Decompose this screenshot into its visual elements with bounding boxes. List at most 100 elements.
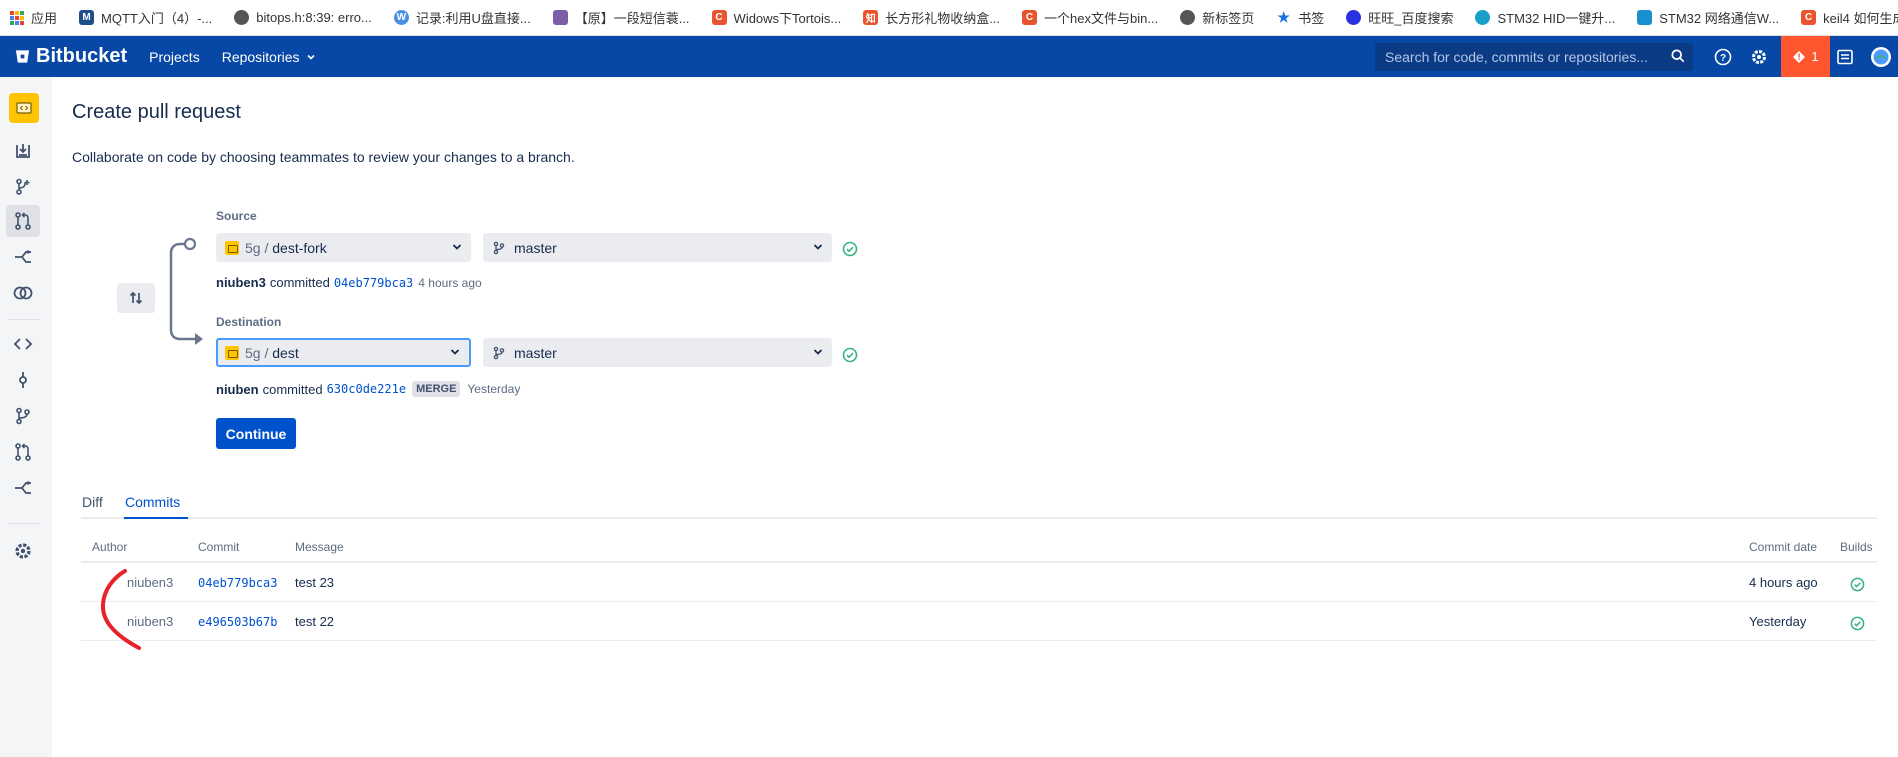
source-repo-select[interactable]: 5g / dest-fork <box>216 233 471 262</box>
source-destination-connector <box>169 237 203 345</box>
forks-icon[interactable] <box>13 478 33 498</box>
gear-icon[interactable] <box>1750 48 1768 66</box>
destination-repo-select[interactable]: 5g / dest <box>216 338 471 367</box>
bookmark-label: keil4 如何生成bin... <box>1823 11 1898 26</box>
chevron-down-icon <box>306 54 315 60</box>
swap-icon <box>129 291 143 305</box>
repo-settings-icon[interactable] <box>13 541 33 561</box>
nav-repositories[interactable]: Repositories <box>222 49 316 65</box>
site-icon <box>552 10 568 25</box>
page-subtitle: Collaborate on code by choosing teammate… <box>72 149 575 165</box>
bookmark-label: 【原】一段短信蓑... <box>574 11 690 26</box>
bookmark-label: STM32 网络通信W... <box>1659 11 1780 26</box>
baidu-icon <box>1346 10 1362 25</box>
destination-commit-hash-link[interactable]: 630c0de221e <box>327 382 406 396</box>
commits-icon[interactable] <box>13 370 33 390</box>
destination-commit-author: niuben <box>216 381 259 397</box>
bookmark-item[interactable]: M MQTT入门（4）-... <box>79 8 212 27</box>
red-annotation-mark <box>100 569 141 650</box>
destination-commit-time: Yesterday <box>467 382 521 396</box>
source-branch-name: master <box>514 239 557 256</box>
bookmark-item[interactable]: 新标签页 <box>1180 8 1254 27</box>
bookmark-label: bitops.h:8:39: erro... <box>256 10 372 25</box>
table-header: Author Commit Message Commit date Builds <box>81 530 1877 563</box>
source-label: Source <box>216 209 257 223</box>
source-repo-sep: / <box>260 239 273 256</box>
bookmark-item[interactable]: 知长方形礼物收纳盒... <box>863 8 1000 27</box>
search-input[interactable]: Search for code, commits or repositories… <box>1375 43 1693 71</box>
site-icon <box>1475 10 1491 25</box>
clone-icon[interactable] <box>13 141 33 161</box>
page-title: Create pull request <box>72 101 241 123</box>
build-success-icon[interactable] <box>1850 616 1865 631</box>
top-nav: Bitbucket Projects Repositories Search f… <box>0 36 1898 77</box>
source-repo-name: dest-fork <box>272 239 327 256</box>
branches-icon[interactable] <box>13 406 33 426</box>
bookmark-item[interactable]: 旺旺_百度搜索 <box>1346 8 1453 27</box>
destination-label: Destination <box>216 315 282 329</box>
svg-text:?: ? <box>1720 53 1726 64</box>
bookmark-apps[interactable]: 应用 <box>10 8 57 27</box>
bookmark-label: 旺旺_百度搜索 <box>1368 11 1454 26</box>
table-row[interactable]: niuben3 e496503b67b test 22 Yesterday <box>81 602 1877 641</box>
pull-requests-icon[interactable] <box>13 442 33 462</box>
bookmark-item[interactable]: Ckeil4 如何生成bin... <box>1801 8 1898 27</box>
sidebar-divider <box>8 319 40 320</box>
commit-message: test 22 <box>295 614 335 629</box>
site-icon <box>1637 10 1653 25</box>
source-commit-hash-link[interactable]: 04eb779bca3 <box>334 276 413 290</box>
source-icon[interactable] <box>13 334 33 354</box>
bookmark-item[interactable]: C 一个hex文件与bin... <box>1022 8 1158 27</box>
table-row[interactable]: niuben3 04eb779bca3 test 23 4 hours ago <box>81 563 1877 602</box>
continue-button[interactable]: Continue <box>216 418 296 449</box>
commit-date: Yesterday <box>1749 614 1807 629</box>
column-header-message: Message <box>295 540 344 554</box>
source-last-commit: niuben3 committed 04eb779bca3 4 hours ag… <box>216 275 482 290</box>
column-header-commit: Commit <box>198 540 240 554</box>
create-branch-icon[interactable] <box>13 177 33 197</box>
branch-icon <box>493 241 505 254</box>
avatar[interactable] <box>1870 46 1892 68</box>
warning-icon <box>1793 50 1806 63</box>
swap-button[interactable] <box>117 283 155 313</box>
compare-icon[interactable] <box>13 283 33 303</box>
help-icon[interactable]: ? <box>1714 48 1732 66</box>
build-success-icon[interactable] <box>1850 577 1865 592</box>
source-branch-select[interactable]: master <box>483 233 832 262</box>
csdn-icon: C <box>1022 10 1038 25</box>
bookmark-item[interactable]: 【原】一段短信蓑... <box>552 8 690 27</box>
globe-icon <box>1180 10 1196 25</box>
column-header-author: Author <box>92 540 128 554</box>
bookmark-item[interactable]: STM32 网络通信W... <box>1637 8 1779 27</box>
commit-message: test 23 <box>295 575 335 590</box>
pull-request-icon[interactable] <box>13 211 33 231</box>
bookmark-item[interactable]: W 记录:利用U盘直接... <box>393 8 531 27</box>
source-commit-time: 4 hours ago <box>418 275 482 290</box>
destination-repo-name: dest <box>272 344 299 361</box>
site-icon: 知 <box>863 10 879 25</box>
bookmark-item[interactable]: bitops.h:8:39: erro... <box>234 10 372 25</box>
bookmark-item[interactable]: ★ 书签 <box>1276 8 1324 27</box>
commit-hash-link[interactable]: e496503b67b <box>198 615 277 629</box>
bookmark-item[interactable]: STM32 HID一键升... <box>1475 8 1615 27</box>
alert-button[interactable]: 1 <box>1781 36 1830 77</box>
bookmark-item[interactable]: C Widows下Tortois... <box>711 8 841 27</box>
repo-avatar[interactable] <box>9 93 39 123</box>
tab-diff[interactable]: Diff <box>82 494 103 510</box>
destination-branch-select[interactable]: master <box>483 338 832 367</box>
fork-icon[interactable] <box>13 247 33 267</box>
bookmark-label: 记录:利用U盘直接... <box>415 11 531 26</box>
nav-projects[interactable]: Projects <box>149 49 200 65</box>
inbox-icon[interactable] <box>1836 48 1854 66</box>
source-repo-project: 5g <box>245 239 261 256</box>
site-icon: M <box>79 10 95 25</box>
nav-projects-label: Projects <box>149 48 200 65</box>
success-check-icon <box>842 241 858 257</box>
bookmark-label: 应用 <box>31 11 58 26</box>
column-header-builds: Builds <box>1840 540 1873 554</box>
bitbucket-logo[interactable]: Bitbucket <box>15 45 127 68</box>
alert-count: 1 <box>1811 49 1819 64</box>
active-tab-indicator <box>124 517 188 519</box>
tab-commits[interactable]: Commits <box>125 494 180 510</box>
commit-hash-link[interactable]: 04eb779bca3 <box>198 576 277 590</box>
